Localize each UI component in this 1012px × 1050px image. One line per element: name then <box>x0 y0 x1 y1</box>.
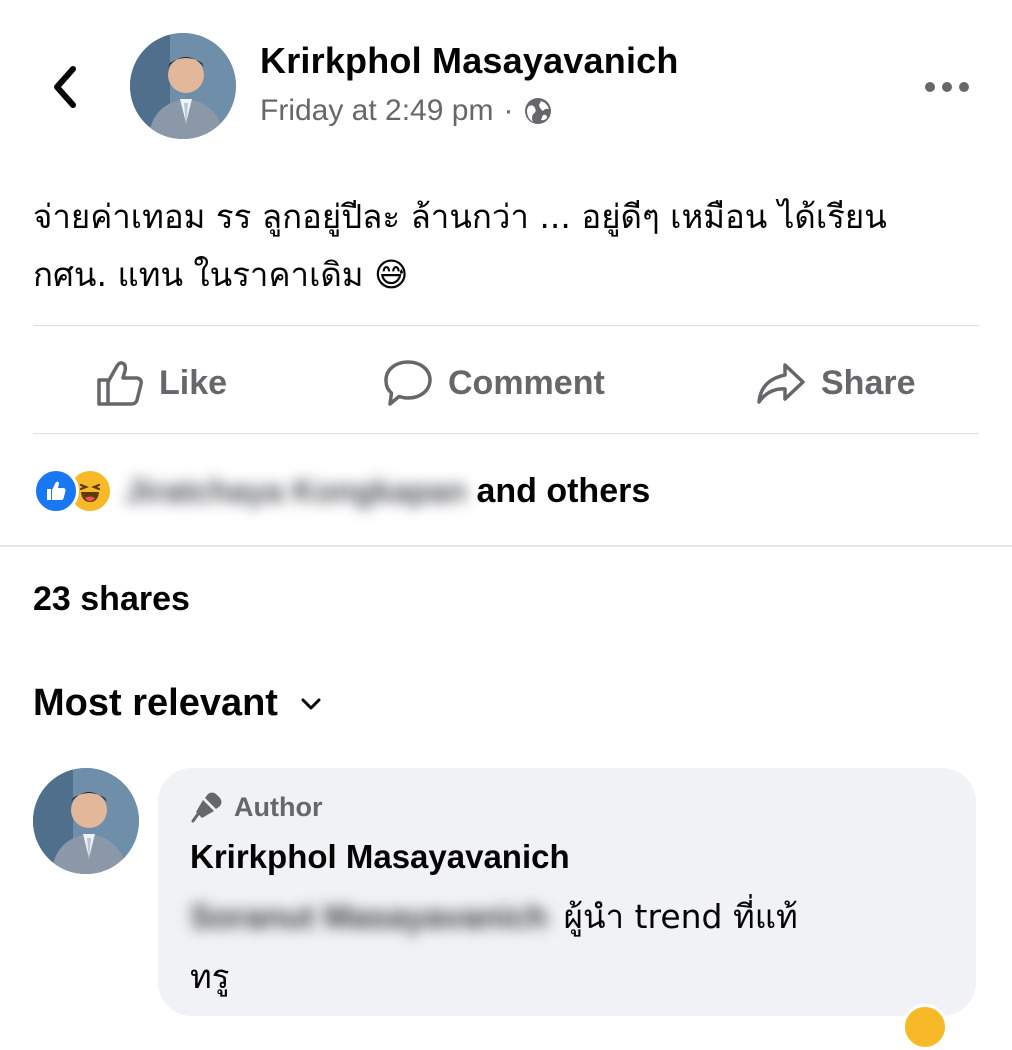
thumbs-up-icon <box>97 361 143 406</box>
section-separator <box>0 545 1012 547</box>
share-arrow-icon <box>757 363 805 404</box>
reactions-summary[interactable]: Jiratchaya Kongkapan and others <box>33 464 650 518</box>
back-button[interactable] <box>40 62 90 112</box>
microphone-icon <box>191 792 222 823</box>
chevron-down-icon <box>301 698 321 709</box>
post-timestamp[interactable]: Friday at 2:49 pm <box>260 94 493 128</box>
commenter-avatar[interactable] <box>33 768 139 874</box>
post-text-line-2: กศน. แทน ในราคาเดิม 😅 <box>33 246 973 304</box>
meta-separator: · <box>503 94 514 127</box>
comment-label: Comment <box>448 363 605 402</box>
comment-bubble-icon <box>384 360 432 406</box>
share-label: Share <box>821 363 916 402</box>
comment-reaction-icon[interactable] <box>902 1004 948 1050</box>
reactions-and-others: and others <box>476 471 651 510</box>
more-options-button[interactable] <box>922 72 972 102</box>
comment-text-line-1: Soranut Masayavanich ผู้นำ trend ที่แท้ <box>190 890 798 943</box>
author-badge-label: Author <box>234 791 323 822</box>
comment-text: ผู้นำ trend ที่แท้ <box>563 897 798 936</box>
author-avatar[interactable] <box>130 33 236 139</box>
avatar-photo <box>130 33 236 139</box>
like-reaction-icon <box>33 468 79 514</box>
avatar-photo <box>33 768 139 874</box>
like-label: Like <box>159 363 228 402</box>
comment-sort-dropdown[interactable]: Most relevant <box>33 682 322 725</box>
sort-label: Most relevant <box>33 682 278 724</box>
comment-text-line-2: ทรู <box>190 957 230 996</box>
post-author-name[interactable]: Krirkphol Masayavanich <box>260 40 679 82</box>
like-button[interactable]: Like <box>95 350 227 416</box>
comment-author-name[interactable]: Krirkphol Masayavanich <box>190 838 570 876</box>
shares-count[interactable]: 23 shares <box>33 580 190 619</box>
share-button[interactable]: Share <box>755 350 916 416</box>
post-text-line-1: จ่ายค่าเทอม รร ลูกอยู่ปีละ ล้านกว่า ... … <box>33 197 887 236</box>
divider-bottom <box>33 433 979 434</box>
globe-icon[interactable] <box>523 96 553 126</box>
more-horizontal-icon <box>925 82 969 92</box>
post-body: จ่ายค่าเทอม รร ลูกอยู่ปีละ ล้านกว่า ... … <box>33 188 973 304</box>
author-badge: Author <box>190 790 322 824</box>
post-meta: Friday at 2:49 pm · <box>260 94 553 128</box>
comment-button[interactable]: Comment <box>382 350 605 416</box>
grinning-sweat-emoji: 😅 <box>374 255 409 294</box>
divider-top <box>33 325 979 326</box>
chevron-left-icon <box>54 66 76 108</box>
reactor-name-blurred: Jiratchaya Kongkapan <box>125 472 467 509</box>
post-text-line-2-text: กศน. แทน ในราคาเดิม <box>33 255 364 294</box>
tagged-name-blurred[interactable]: Soranut Masayavanich <box>190 898 548 936</box>
